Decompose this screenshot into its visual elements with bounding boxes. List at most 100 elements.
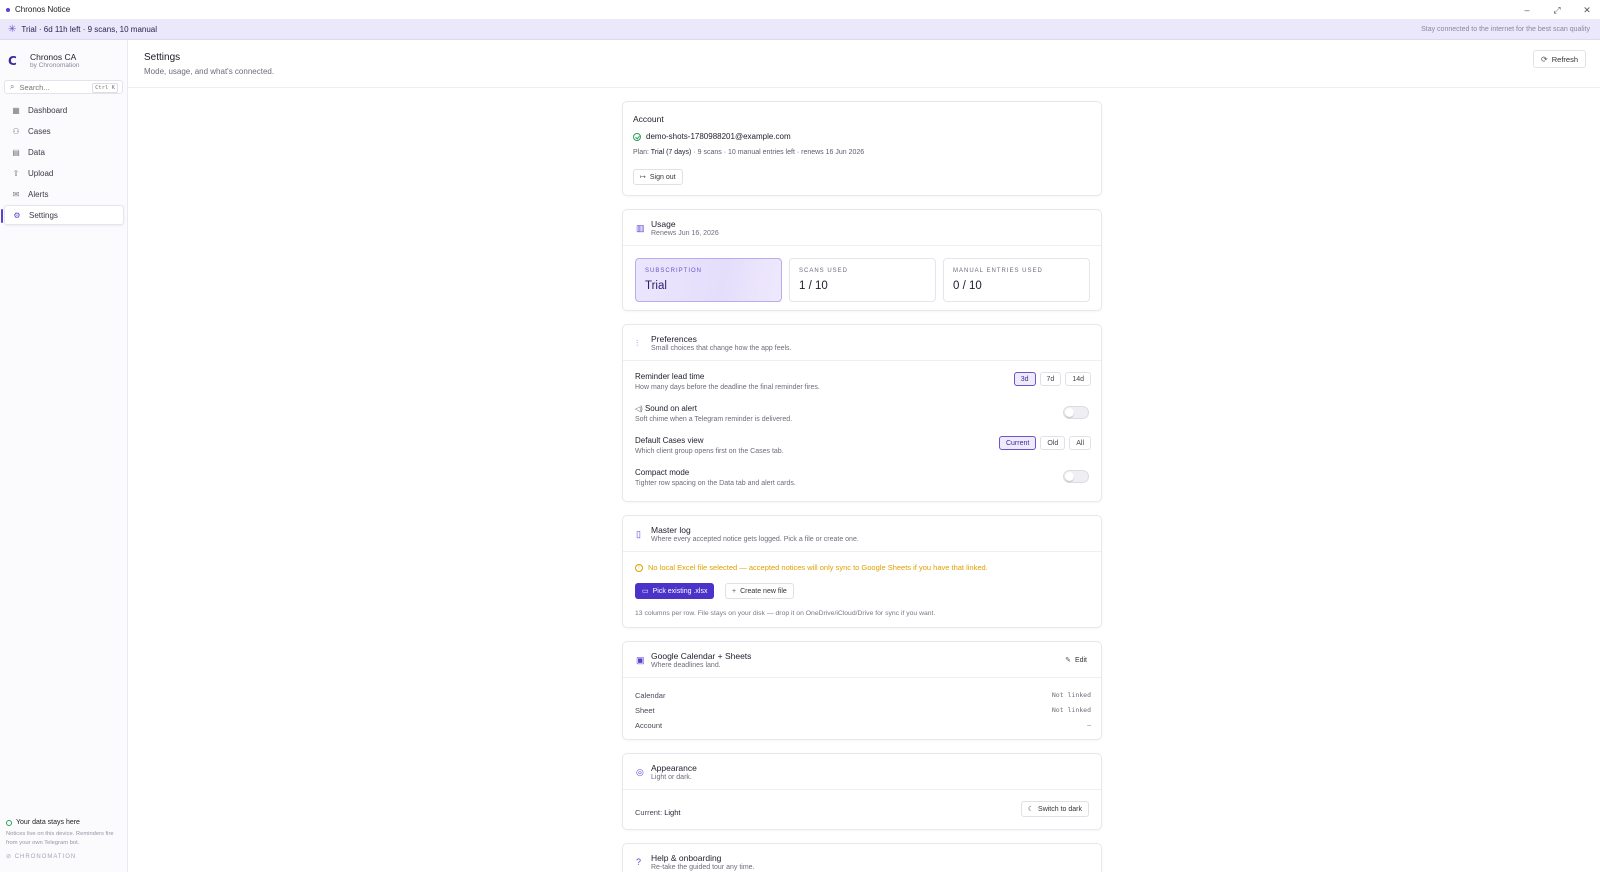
sidebar: C Chronos CA by Chronomation ⌕ Ctrl K ▦ … xyxy=(0,40,128,872)
search-shortcut: Ctrl K xyxy=(92,83,118,93)
plus-icon: + xyxy=(732,587,737,595)
sound-toggle[interactable] xyxy=(1063,406,1089,419)
help-circle-icon: ? xyxy=(636,857,642,867)
create-new-file-button[interactable]: + Create new file xyxy=(725,583,794,599)
account-card: Account demo-shots-1780988201@example.co… xyxy=(622,101,1102,196)
master-log-note: 13 columns per row. File stays on your d… xyxy=(635,610,936,617)
usage-card: ▥ Usage Renews Jun 16, 2026 SUBSCRIPTION… xyxy=(622,209,1102,311)
compact-mode-row: Compact mode Tighter row spacing on the … xyxy=(635,468,1091,498)
window-controls: – ⤢ ✕ xyxy=(1520,0,1594,20)
option-old[interactable]: Old xyxy=(1040,436,1066,450)
option-all[interactable]: All xyxy=(1069,436,1091,450)
google-subtitle: Where deadlines land. xyxy=(651,662,721,669)
refresh-label: Refresh xyxy=(1551,54,1578,64)
search-input[interactable] xyxy=(19,82,80,92)
usage-title: Usage xyxy=(651,219,676,229)
appearance-subtitle: Light or dark. xyxy=(651,774,692,781)
sliders-icon: ⫶ xyxy=(636,338,639,348)
account-email: demo-shots-1780988201@example.com xyxy=(646,132,791,141)
refresh-button[interactable]: ⟳ Refresh xyxy=(1533,50,1586,68)
usage-header: ▥ Usage Renews Jun 16, 2026 xyxy=(623,210,1101,246)
account-row: Account — xyxy=(635,721,1091,730)
compact-toggle[interactable] xyxy=(1063,470,1089,483)
sidebar-item-dashboard[interactable]: ▦ Dashboard xyxy=(4,100,124,120)
dashboard-icon: ▦ xyxy=(12,105,20,115)
sparkle-icon: ✳ xyxy=(8,24,17,35)
usage-renews: Renews Jun 16, 2026 xyxy=(651,230,719,237)
close-icon[interactable]: ✕ xyxy=(1580,5,1594,16)
sign-out-icon: ↦ xyxy=(640,174,646,181)
subscription-tile: SUBSCRIPTION Trial xyxy=(635,258,782,302)
palette-icon: ◎ xyxy=(636,767,644,777)
cases-view-row: Default Cases view Which client group op… xyxy=(635,436,1091,466)
users-icon: ⚇ xyxy=(12,126,20,136)
option-current[interactable]: Current xyxy=(998,436,1037,450)
calendar-icon: ▣ xyxy=(636,655,645,665)
help-header: ? Help & onboarding Re-take the guided t… xyxy=(623,844,1101,872)
sidebar-item-settings[interactable]: ⚙ Settings xyxy=(1,205,124,225)
brand-name: Chronos CA xyxy=(30,52,77,62)
trial-status: Trial · 6d 11h left · 9 scans, 10 manual xyxy=(21,25,158,34)
title-bar: Chronos Notice – ⤢ ✕ xyxy=(0,0,1600,20)
warning-icon: ! xyxy=(635,563,643,572)
sidebar-item-data[interactable]: ▤ Data xyxy=(4,142,124,162)
option-3d[interactable]: 3d xyxy=(1013,372,1036,386)
pick-existing-button[interactable]: ▭ Pick existing .xlsx xyxy=(635,583,715,599)
manual-entries-tile: MANUAL ENTRIES USED 0 / 10 xyxy=(943,258,1090,302)
reminder-lead-row: Reminder lead time How many days before … xyxy=(635,372,1091,402)
brand-sub: by Chronomation xyxy=(30,62,80,69)
google-header: ▣ Google Calendar + Sheets Where deadlin… xyxy=(623,642,1101,678)
sidebar-item-label: Upload xyxy=(28,168,54,178)
sidebar-item-label: Cases xyxy=(28,126,51,136)
master-log-subtitle: Where every accepted notice gets logged.… xyxy=(651,536,859,543)
sidebar-item-label: Alerts xyxy=(28,189,49,199)
page-subtitle: Mode, usage, and what's connected. xyxy=(144,67,275,76)
privacy-title: Your data stays here xyxy=(16,819,80,826)
search-box[interactable]: ⌕ Ctrl K xyxy=(4,80,123,94)
check-circle-icon xyxy=(633,132,641,141)
help-title: Help & onboarding xyxy=(651,853,722,863)
window-title: Chronos Notice xyxy=(15,5,71,14)
google-card: ▣ Google Calendar + Sheets Where deadlin… xyxy=(622,641,1102,740)
scans-used-tile: SCANS USED 1 / 10 xyxy=(789,258,936,302)
appearance-header: ◎ Appearance Light or dark. xyxy=(623,754,1101,790)
moon-icon: ☾ xyxy=(1027,806,1035,813)
folder-icon: ▭ xyxy=(642,588,649,595)
brand: C Chronos CA by Chronomation xyxy=(8,52,80,70)
sidebar-item-label: Data xyxy=(28,147,45,157)
trial-banner: ✳ Trial · 6d 11h left · 9 scans, 10 manu… xyxy=(0,20,1600,40)
edit-button[interactable]: ✎ Edit xyxy=(1059,652,1093,668)
option-14d[interactable]: 14d xyxy=(1065,372,1091,386)
sidebar-nav: ▦ Dashboard ⚇ Cases ▤ Data ⇪ Upload ✉ Al… xyxy=(1,100,124,226)
sheet-row: Sheet Not linked xyxy=(635,706,1091,715)
preferences-subtitle: Small choices that change how the app fe… xyxy=(651,345,792,352)
switch-to-dark-button[interactable]: ☾ Switch to dark xyxy=(1020,801,1089,817)
page-title: Settings xyxy=(144,52,181,63)
minimize-icon[interactable]: – xyxy=(1520,5,1534,15)
sound-alert-row: ◁) Sound on alert Soft chime when a Tele… xyxy=(635,404,1091,434)
bar-chart-icon: ▥ xyxy=(636,223,645,233)
master-log-header: ▯ Master log Where every accepted notice… xyxy=(623,516,1101,552)
sidebar-item-label: Settings xyxy=(29,210,58,220)
master-log-warning: ! No local Excel file selected — accepte… xyxy=(635,563,988,572)
google-title: Google Calendar + Sheets xyxy=(651,651,752,661)
sign-out-button[interactable]: ↦ Sign out xyxy=(633,169,683,185)
page-header: Settings Mode, usage, and what's connect… xyxy=(128,40,1600,88)
help-card: ? Help & onboarding Re-take the guided t… xyxy=(622,843,1102,872)
sidebar-item-cases[interactable]: ⚇ Cases xyxy=(4,121,124,141)
cases-view-selector: Current Old All xyxy=(998,436,1091,450)
brand-logo-icon: C xyxy=(8,54,17,68)
account-plan: Plan: Trial (7 days) · 9 scans · 10 manu… xyxy=(633,149,865,156)
sidebar-item-alerts[interactable]: ✉ Alerts xyxy=(4,184,124,204)
appearance-title: Appearance xyxy=(651,763,697,773)
shield-icon xyxy=(6,819,12,826)
option-7d[interactable]: 7d xyxy=(1039,372,1062,386)
plan-name: Trial (7 days) xyxy=(650,149,692,156)
search-icon: ⌕ xyxy=(10,82,15,91)
account-title: Account xyxy=(633,114,664,124)
mail-icon: ✉ xyxy=(12,189,20,199)
sidebar-item-upload[interactable]: ⇪ Upload xyxy=(4,163,124,183)
maximize-icon[interactable]: ⤢ xyxy=(1550,5,1564,16)
document-icon: ▯ xyxy=(636,529,641,539)
table-icon: ▤ xyxy=(12,147,20,157)
